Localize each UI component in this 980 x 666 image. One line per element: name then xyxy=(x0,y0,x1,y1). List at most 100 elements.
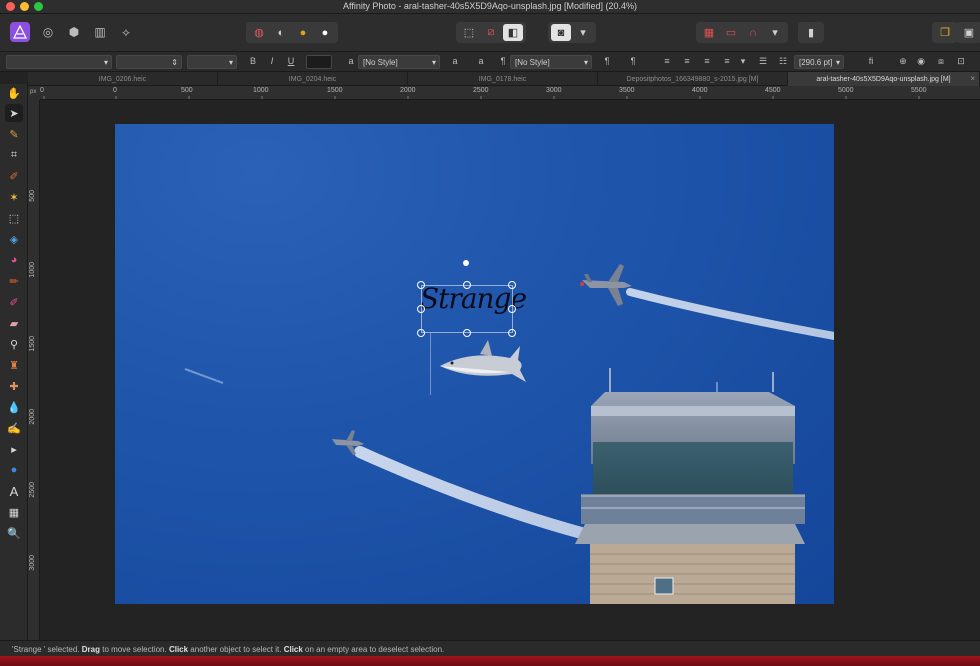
erase-brush-tool[interactable]: ▰ xyxy=(5,314,23,332)
tone-mapping-icon: ▥ xyxy=(94,25,106,39)
canvas-area[interactable]: Strange xyxy=(40,100,980,640)
selection-brush-tool[interactable]: ✐ xyxy=(5,167,23,185)
tone-mapping-persona-button[interactable]: ▥ xyxy=(90,22,110,42)
eyedropper-icon: ✎ xyxy=(9,128,19,141)
view-mode-button[interactable]: ▣ xyxy=(959,24,979,41)
resize-handle-left[interactable] xyxy=(417,305,425,313)
white-balance-button[interactable]: ● xyxy=(315,24,335,41)
share-icon: ⟡ xyxy=(122,24,130,39)
tab-img-0178[interactable]: IMG_0178.heic xyxy=(408,72,598,86)
bold-button[interactable]: B xyxy=(246,56,260,66)
paint-brush-icon: ✏ xyxy=(9,275,19,288)
ruler-label: 1000 xyxy=(29,262,36,278)
guides-button[interactable]: ▭ xyxy=(721,24,741,41)
font-family-select[interactable]: ▾ xyxy=(6,55,112,69)
color-replacement-tool[interactable]: ✐ xyxy=(5,293,23,311)
tab-img-0204[interactable]: IMG_0204.heic xyxy=(218,72,408,86)
desktop-background xyxy=(0,656,980,666)
healing-brush-tool[interactable]: ✚ xyxy=(5,377,23,395)
flood-fill-tool[interactable]: ◈ xyxy=(5,230,23,248)
resize-handle-right[interactable] xyxy=(508,305,516,313)
align-left-button[interactable]: ≡ xyxy=(660,56,674,66)
paragraph-panel-button[interactable]: ¶ xyxy=(600,56,614,66)
pilcrow-button[interactable]: ¶ xyxy=(626,56,640,66)
tab-depositphotos[interactable]: Depositphotos_166349880_s-2015.jpg [M] xyxy=(598,72,788,86)
justify-button[interactable]: ≡ xyxy=(720,56,734,66)
underline-button[interactable]: U xyxy=(284,56,298,66)
resize-handle-top[interactable] xyxy=(463,281,471,289)
color-picker-tool[interactable]: ✎ xyxy=(5,125,23,143)
snapping-dropdown[interactable]: ▾ xyxy=(765,24,785,41)
chevron-updown-icon: ⇕ xyxy=(171,57,178,67)
rotate-handle[interactable] xyxy=(463,260,469,266)
blur-brush-tool[interactable]: 💧 xyxy=(5,398,23,416)
font-style-select[interactable]: ⇕ xyxy=(116,55,182,69)
smudge-brush-tool[interactable]: ✍ xyxy=(5,419,23,437)
crop-tool[interactable]: ⌗ xyxy=(5,146,23,164)
clone-brush-tool[interactable]: ♜ xyxy=(5,356,23,374)
text-baseline-guide xyxy=(430,333,431,395)
zoom-tool[interactable]: 🔍 xyxy=(5,524,23,542)
artistic-text-tool[interactable]: A xyxy=(5,482,23,500)
resize-handle-bottom-left[interactable] xyxy=(417,329,425,337)
snapping-button[interactable]: ∩ xyxy=(743,24,763,41)
paint-brush-tool[interactable]: ✏ xyxy=(5,272,23,290)
mesh-warp-tool[interactable]: ▦ xyxy=(5,503,23,521)
node-tool[interactable]: ▸ xyxy=(5,440,23,458)
resize-handle-top-left[interactable] xyxy=(417,281,425,289)
close-tab-icon[interactable]: × xyxy=(970,74,975,83)
ligature-button[interactable]: fi xyxy=(864,56,878,66)
tab-img-0206[interactable]: IMG_0206.heic xyxy=(28,72,218,86)
gradient-tool[interactable]: ◕ xyxy=(5,251,23,269)
paragraph-style-select[interactable]: [No Style] ▾ xyxy=(510,55,592,69)
color-wheel-button[interactable]: ● xyxy=(293,24,313,41)
grid-button[interactable]: ▦ xyxy=(699,24,719,41)
refine-dropdown[interactable]: ▾ xyxy=(573,24,593,41)
dodge-brush-tool[interactable]: ⚲ xyxy=(5,335,23,353)
vertical-ruler: 500 1000 1500 2000 2500 3000 xyxy=(28,100,40,640)
leading-input[interactable]: [290.6 pt] ▾ xyxy=(794,55,844,69)
view-icon[interactable]: ◉ xyxy=(914,56,928,67)
assistant-button[interactable]: ▮ xyxy=(801,24,821,41)
transform-icon[interactable]: ⧈ xyxy=(934,56,948,67)
fit-icon[interactable]: ⊡ xyxy=(954,56,968,67)
resize-handle-bottom-right[interactable] xyxy=(508,329,516,337)
develop-persona-button[interactable]: ⬢ xyxy=(64,22,84,42)
gradient-icon: ◕ xyxy=(10,254,18,266)
font-size-input[interactable]: ▾ xyxy=(187,55,237,69)
photo-persona-button[interactable] xyxy=(10,22,30,42)
align-right-button[interactable]: ≡ xyxy=(700,56,714,66)
text-fill-swatch[interactable] xyxy=(306,55,332,69)
arrange-button[interactable]: ❐ xyxy=(935,24,955,41)
status-click-keyword: Click xyxy=(168,645,189,654)
document-photo[interactable] xyxy=(115,124,834,604)
guides-icon: ▭ xyxy=(725,27,737,39)
character-button[interactable]: a xyxy=(474,56,488,66)
contrast-button[interactable]: ◐ xyxy=(271,24,291,41)
move-tool[interactable]: ➤ xyxy=(5,104,23,122)
flood-select-tool[interactable]: ✶ xyxy=(5,188,23,206)
quick-mask-icon: ◙ xyxy=(557,26,565,39)
resize-handle-top-right[interactable] xyxy=(508,281,516,289)
character-panel-button[interactable]: a xyxy=(448,56,462,66)
deselect-button[interactable]: ⧄ xyxy=(481,24,501,41)
view-tool[interactable]: ✋ xyxy=(5,84,23,102)
align-dropdown[interactable]: ▾ xyxy=(736,56,750,67)
tab-aral-tasher[interactable]: aral-tasher-40s5X5D9Aqo-unsplash.jpg [M]… xyxy=(788,72,980,86)
export-persona-button[interactable]: ⟡ xyxy=(116,22,136,42)
target-icon[interactable]: ⊕ xyxy=(896,56,910,67)
marquee-tool[interactable]: ⬚ xyxy=(5,209,23,227)
numbered-list-button[interactable]: ☷ xyxy=(776,56,790,67)
select-all-button[interactable]: ⬚ xyxy=(459,24,479,41)
italic-button[interactable]: I xyxy=(265,56,279,66)
quick-mask-button[interactable]: ◙ xyxy=(551,24,571,41)
chevron-down-icon: ▾ xyxy=(580,27,586,39)
invert-selection-button[interactable]: ◧ xyxy=(503,24,523,41)
liquify-persona-button[interactable]: ◎ xyxy=(38,22,58,42)
shape-tool[interactable]: ● xyxy=(5,461,23,479)
levels-button[interactable]: ◍ xyxy=(249,24,269,41)
align-center-button[interactable]: ≡ xyxy=(680,56,694,66)
bullet-list-button[interactable]: ☰ xyxy=(756,56,770,67)
character-style-select[interactable]: [No Style] ▾ xyxy=(358,55,440,69)
resize-handle-bottom[interactable] xyxy=(463,329,471,337)
